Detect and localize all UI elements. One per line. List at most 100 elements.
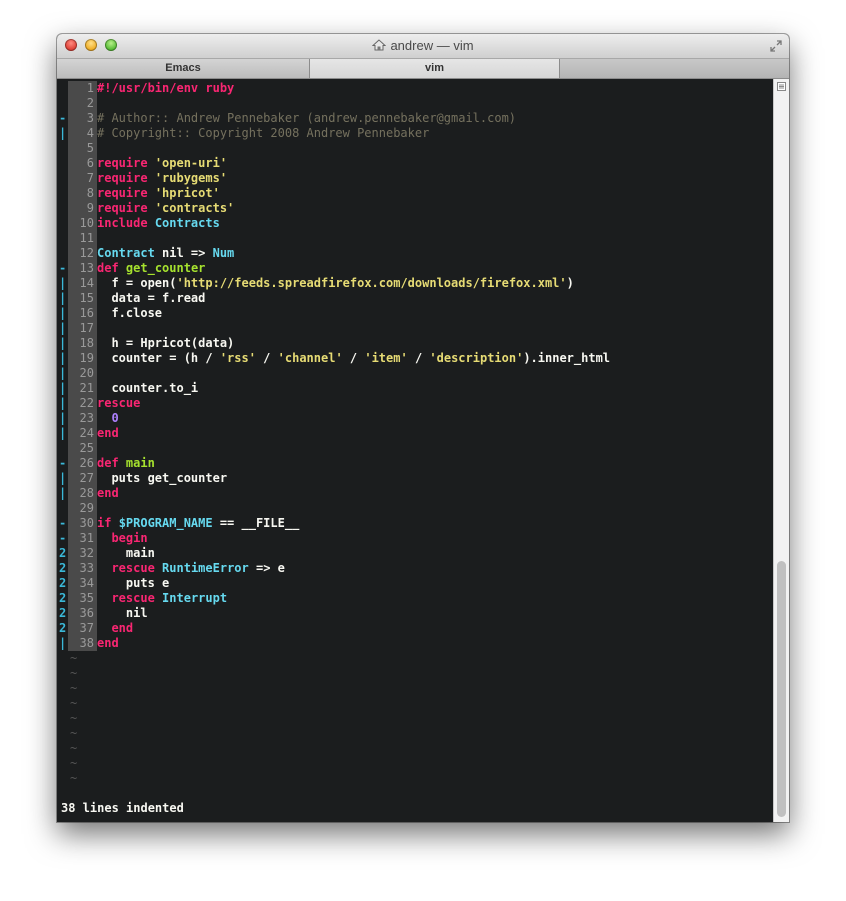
code-line[interactable]: 7 require 'rubygems' xyxy=(57,171,773,186)
tab-emacs[interactable]: Emacs xyxy=(57,59,310,78)
code-line[interactable]: -26 def main xyxy=(57,456,773,471)
code-line[interactable]: 5 xyxy=(57,141,773,156)
line-number: 11 xyxy=(68,231,97,246)
code-line[interactable]: 12 Contract nil => Num xyxy=(57,246,773,261)
code-line[interactable]: | 17 xyxy=(57,321,773,336)
home-icon xyxy=(372,39,387,51)
line-number: 5 xyxy=(68,141,97,156)
line-number: 14 xyxy=(68,276,97,291)
code-line[interactable]: 2 33 rescue RuntimeError => e xyxy=(57,561,773,576)
code-line[interactable]: | 15 data = f.read xyxy=(57,291,773,306)
code-text: end xyxy=(97,636,119,651)
code-line[interactable]: | 16 f.close xyxy=(57,306,773,321)
code-text: h = Hpricot(data) xyxy=(97,336,234,351)
line-number: 1 xyxy=(68,81,97,96)
code-line[interactable]: 29 xyxy=(57,501,773,516)
token-keyword: def xyxy=(97,456,119,470)
token-constant: Contracts xyxy=(154,216,220,230)
line-number: 33 xyxy=(68,561,97,576)
token-keyword: include xyxy=(97,216,148,230)
code-line[interactable]: 6 require 'open-uri' xyxy=(57,156,773,171)
line-number: 35 xyxy=(68,591,97,606)
token-keyword: if xyxy=(97,516,112,530)
empty-line-marker: ~ xyxy=(70,696,78,710)
token-string: 'open-uri' xyxy=(154,156,228,170)
code-line[interactable]: 2 35 rescue Interrupt xyxy=(57,591,773,606)
code-line[interactable]: | 4 # Copyright:: Copyright 2008 Andrew Pe… xyxy=(57,126,773,141)
tab-bar: Emacs vim xyxy=(57,59,789,79)
code-line[interactable]: 2 xyxy=(57,96,773,111)
code-line[interactable]: -13 def get_counter xyxy=(57,261,773,276)
code-text: rescue RuntimeError => e xyxy=(97,561,285,576)
window-title-container: andrew — vim xyxy=(57,38,789,53)
code-line[interactable]: | 20 xyxy=(57,366,773,381)
line-number: 12 xyxy=(68,246,97,261)
code-line[interactable]: 2 36 nil xyxy=(57,606,773,621)
code-line[interactable]: -30 if $PROGRAM_NAME == __FILE__ xyxy=(57,516,773,531)
code-line[interactable]: 8 require 'hpricot' xyxy=(57,186,773,201)
token-keyword: def xyxy=(97,261,119,275)
scroll-menu-icon[interactable] xyxy=(777,82,786,91)
code-text: data = f.read xyxy=(97,291,205,306)
token-plain: nil => xyxy=(154,246,213,260)
token-keyword: rescue xyxy=(97,396,141,410)
code-text: end xyxy=(97,621,133,636)
line-number: 21 xyxy=(68,381,97,396)
empty-line-marker: ~ xyxy=(70,711,78,725)
code-line[interactable]: 2 37 end xyxy=(57,621,773,636)
token-string: 'rss' xyxy=(219,351,256,365)
token-plain: data = f.read xyxy=(97,291,206,305)
code-text: main xyxy=(97,546,155,561)
code-text: 0 xyxy=(97,411,118,426)
line-number: 17 xyxy=(68,321,97,336)
title-bar[interactable]: andrew — vim xyxy=(57,34,789,59)
code-line[interactable]: | 22 rescue xyxy=(57,396,773,411)
code-line[interactable]: | 24 end xyxy=(57,426,773,441)
code-line[interactable]: 1 #!/usr/bin/env ruby xyxy=(57,81,773,96)
line-number: 23 xyxy=(68,411,97,426)
code-line[interactable]: | 38 end xyxy=(57,636,773,651)
code-text: end xyxy=(97,426,119,441)
code-line[interactable]: 25 xyxy=(57,441,773,456)
code-line[interactable]: 2 34 puts e xyxy=(57,576,773,591)
token-keyword: end xyxy=(97,426,119,440)
line-number: 4 xyxy=(68,126,97,141)
line-number: 9 xyxy=(68,201,97,216)
vim-editor[interactable]: 38 lines indented 1 #!/usr/bin/env ruby 2-… xyxy=(57,79,773,822)
terminal-window: andrew — vim Emacs vim 38 lines indented… xyxy=(57,34,789,822)
code-line[interactable]: | 14 f = open('http://feeds.spreadfirefox… xyxy=(57,276,773,291)
code-line[interactable]: 9 require 'contracts' xyxy=(57,201,773,216)
code-text: def main xyxy=(97,456,155,471)
code-line[interactable]: | 21 counter.to_i xyxy=(57,381,773,396)
token-constant: Contract xyxy=(97,246,155,260)
fullscreen-icon[interactable] xyxy=(769,39,783,53)
code-line[interactable]: 11 xyxy=(57,231,773,246)
code-text: f.close xyxy=(97,306,162,321)
token-plain: ).inner_html xyxy=(523,351,611,365)
code-line[interactable]: | 18 h = Hpricot(data) xyxy=(57,336,773,351)
tab-vim[interactable]: vim xyxy=(310,59,560,78)
code-text: require 'rubygems' xyxy=(97,171,227,186)
code-line[interactable]: 2 32 main xyxy=(57,546,773,561)
line-number: 8 xyxy=(68,186,97,201)
code-line[interactable]: -31 begin xyxy=(57,531,773,546)
code-line[interactable]: | 19 counter = (h / 'rss' / 'channel' / '… xyxy=(57,351,773,366)
line-number: 28 xyxy=(68,486,97,501)
code-line[interactable]: -3 # Author:: Andrew Pennebaker (andrew.p… xyxy=(57,111,773,126)
vertical-scrollbar[interactable] xyxy=(773,79,789,822)
code-line[interactable]: 10 include Contracts xyxy=(57,216,773,231)
code-line[interactable]: | 23 0 xyxy=(57,411,773,426)
scrollbar-thumb[interactable] xyxy=(777,561,786,817)
window-title: andrew — vim xyxy=(390,38,474,53)
code-line[interactable]: | 27 puts get_counter xyxy=(57,471,773,486)
code-line[interactable]: | 28 end xyxy=(57,486,773,501)
token-plain: => e xyxy=(248,561,285,575)
empty-line-marker: ~ xyxy=(70,666,78,680)
